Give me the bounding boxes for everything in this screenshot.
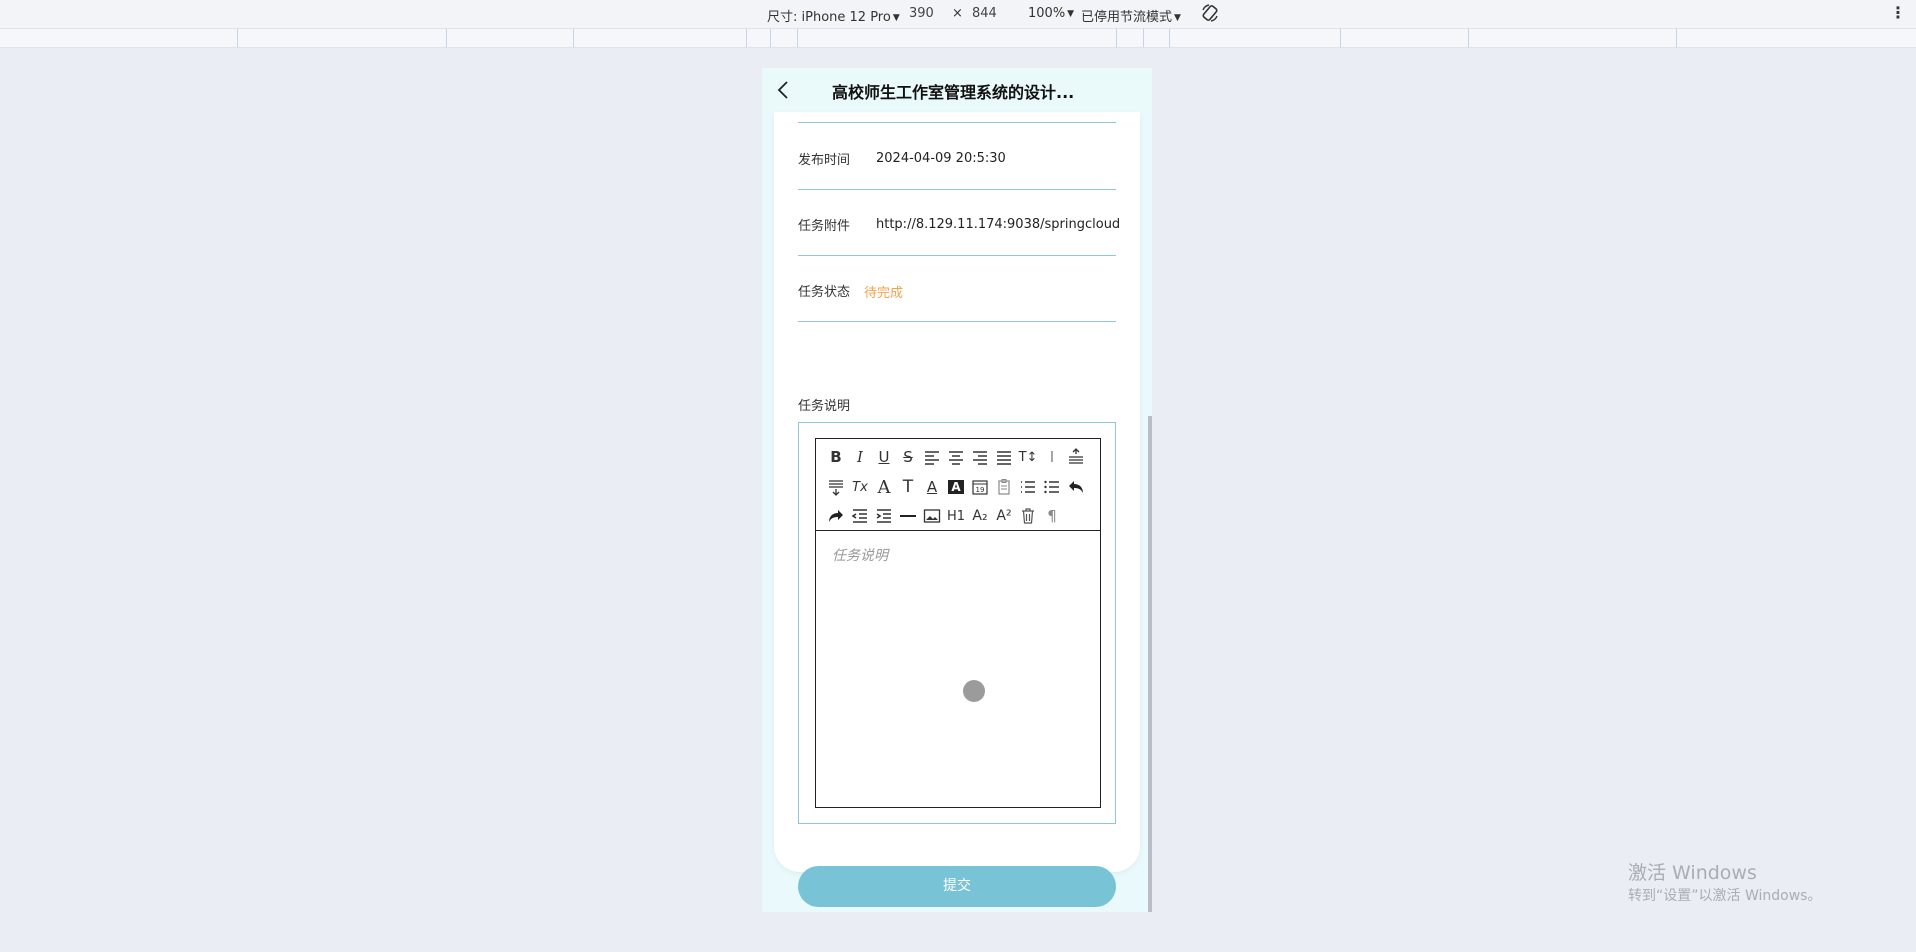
windows-activation-subtitle: 转到“设置”以激活 Windows。 bbox=[1628, 888, 1822, 904]
chevron-down-icon: ▼ bbox=[1174, 13, 1181, 23]
font-family-button[interactable]: A bbox=[872, 475, 896, 499]
align-left-icon[interactable] bbox=[920, 445, 944, 469]
field-attachment: 任务附件 http://8.129.11.174:9038/springclou… bbox=[798, 189, 1120, 256]
width-input[interactable]: 390 bbox=[909, 6, 934, 21]
chevron-down-icon: ▼ bbox=[892, 13, 900, 23]
font-color-button[interactable]: A bbox=[920, 475, 944, 499]
rich-text-editor: B I U S T↕ I Tx A T A A 19 H1 A₂ A² ¶ 任务… bbox=[815, 438, 1101, 808]
submit-button[interactable]: 提交 bbox=[798, 866, 1116, 907]
scrollbar[interactable] bbox=[1148, 416, 1152, 912]
horizontal-rule-icon[interactable] bbox=[896, 504, 920, 528]
heading-button[interactable]: H1 bbox=[944, 504, 968, 528]
ordered-list-icon[interactable] bbox=[1016, 475, 1040, 499]
superscript-button[interactable]: A² bbox=[992, 504, 1016, 528]
font-size-button[interactable]: T↕ bbox=[1016, 445, 1040, 469]
more-options-icon[interactable]: ⋮ bbox=[1890, 5, 1906, 21]
spacing-icon[interactable] bbox=[1064, 445, 1088, 469]
indent-icon[interactable] bbox=[872, 504, 896, 528]
zoom-select[interactable]: 100% ▼ bbox=[1028, 6, 1074, 21]
back-arrow-icon[interactable] bbox=[776, 80, 792, 100]
times-sign: × bbox=[952, 6, 963, 21]
toolbar-row-2: Tx A T A A 19 bbox=[824, 475, 1088, 499]
background-color-button[interactable]: A bbox=[944, 475, 968, 499]
height-input[interactable]: 844 bbox=[972, 6, 997, 21]
page-title: 高校师生工作室管理系统的设计... bbox=[832, 83, 1075, 102]
field-label: 发布时间 bbox=[798, 153, 851, 168]
align-right-icon[interactable] bbox=[968, 445, 992, 469]
toolbar-row-1: B I U S T↕ I bbox=[824, 445, 1088, 469]
throttle-select[interactable]: 已停用节流模式 ▼ bbox=[1081, 6, 1181, 25]
spacing-after-icon[interactable] bbox=[824, 475, 848, 499]
align-justify-icon[interactable] bbox=[992, 445, 1016, 469]
editor-placeholder[interactable]: 任务说明 bbox=[832, 545, 888, 565]
attachment-link[interactable]: http://8.129.11.174:9038/springcloud bbox=[876, 217, 1120, 232]
toolbar-row-3: H1 A₂ A² ¶ bbox=[824, 504, 1064, 528]
media-query-ruler bbox=[0, 29, 1916, 48]
rotate-icon[interactable] bbox=[1200, 3, 1220, 23]
devtools-toolbar: 尺寸: iPhone 12 Pro ▼ 390 × 844 100% ▼ 已停用节流… bbox=[0, 0, 1916, 29]
device-select[interactable]: 尺寸: iPhone 12 Pro ▼ bbox=[767, 6, 900, 25]
status-badge: 待完成 bbox=[864, 286, 904, 301]
clear-format-button[interactable]: Tx bbox=[848, 475, 872, 499]
device-viewport: 高校师生工作室管理系统的设计... 发布时间 2024-04-09 20:5:3… bbox=[762, 68, 1152, 912]
field-publish-time: 发布时间 2024-04-09 20:5:30 bbox=[798, 123, 1116, 190]
nav-bar: 高校师生工作室管理系统的设计... bbox=[762, 68, 1152, 112]
field-label: 任务状态 bbox=[798, 285, 851, 300]
field-status: 任务状态 待完成 bbox=[798, 255, 1116, 322]
field-label: 任务附件 bbox=[798, 219, 851, 234]
chevron-down-icon: ▼ bbox=[1067, 9, 1075, 19]
description-label: 任务说明 bbox=[798, 399, 851, 414]
svg-text:19: 19 bbox=[976, 486, 985, 494]
clipboard-icon[interactable] bbox=[992, 475, 1016, 499]
task-form-card: 发布时间 2024-04-09 20:5:30 任务附件 http://8.12… bbox=[774, 112, 1140, 907]
underline-button[interactable]: U bbox=[872, 445, 896, 469]
calendar-icon[interactable]: 19 bbox=[968, 475, 992, 499]
windows-activation-title: 激活 Windows bbox=[1628, 862, 1757, 884]
undo-icon[interactable] bbox=[1064, 475, 1088, 499]
touch-cursor bbox=[963, 680, 985, 702]
line-height-button[interactable]: I bbox=[1040, 445, 1064, 469]
field-row-divider bbox=[798, 112, 1116, 123]
editor-toolbar: B I U S T↕ I Tx A T A A 19 H1 A₂ A² ¶ bbox=[816, 439, 1100, 531]
text-size-button[interactable]: T bbox=[896, 475, 920, 499]
align-center-icon[interactable] bbox=[944, 445, 968, 469]
outdent-icon[interactable] bbox=[848, 504, 872, 528]
editor-wrapper: B I U S T↕ I Tx A T A A 19 H1 A₂ A² ¶ 任务… bbox=[798, 422, 1116, 824]
italic-button[interactable]: I bbox=[848, 445, 872, 469]
image-icon[interactable] bbox=[920, 504, 944, 528]
subscript-button[interactable]: A₂ bbox=[968, 504, 992, 528]
field-value: 2024-04-09 20:5:30 bbox=[876, 151, 1006, 166]
strikethrough-button[interactable]: S bbox=[896, 445, 920, 469]
paragraph-icon[interactable]: ¶ bbox=[1040, 504, 1064, 528]
trash-icon[interactable] bbox=[1016, 504, 1040, 528]
bold-button[interactable]: B bbox=[824, 445, 848, 469]
redo-icon[interactable] bbox=[824, 504, 848, 528]
unordered-list-icon[interactable] bbox=[1040, 475, 1064, 499]
